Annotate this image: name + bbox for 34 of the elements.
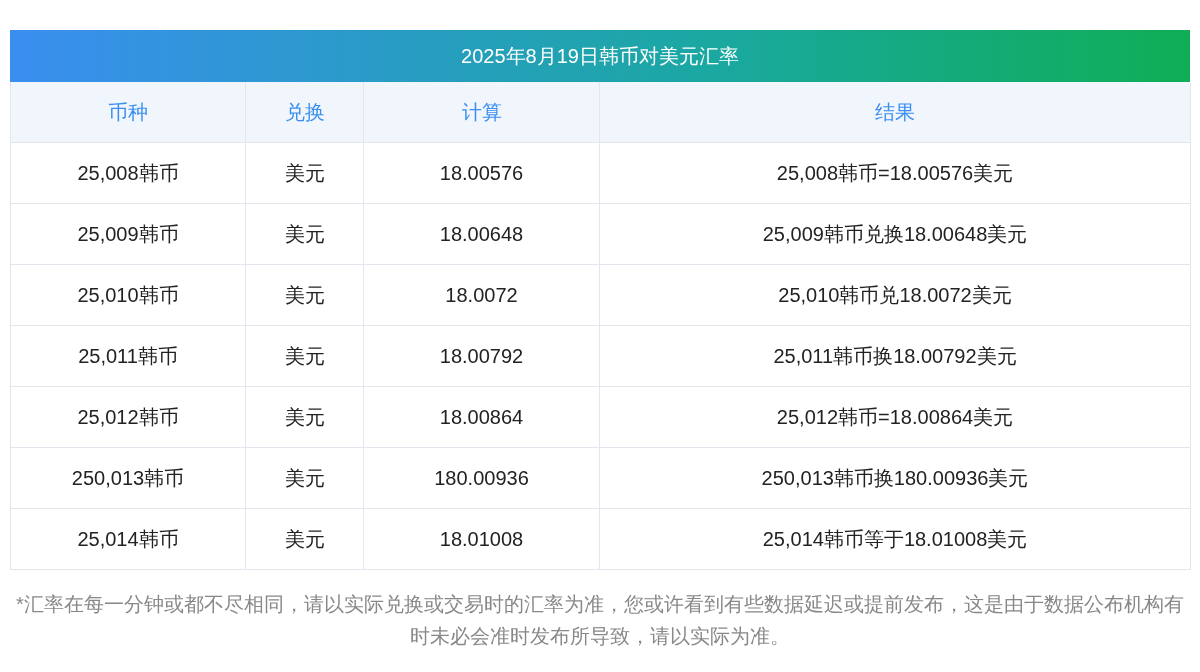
table-cell: 25,014韩币 [11,509,246,570]
table-cell: 25,009韩币 [11,204,246,265]
table-cell: 25,012韩币 [11,387,246,448]
table-cell: 250,013韩币 [11,448,246,509]
table-cell: 美元 [246,265,364,326]
column-header: 结果 [600,82,1191,143]
table-cell: 25,008韩币 [11,143,246,204]
table-cell: 美元 [246,387,364,448]
table-cell: 250,013韩币换180.00936美元 [600,448,1191,509]
table-cell: 18.01008 [364,509,600,570]
column-header: 计算 [364,82,600,143]
table-cell: 美元 [246,143,364,204]
table-cell: 25,014韩币等于18.01008美元 [600,509,1191,570]
column-header: 币种 [11,82,246,143]
table-cell: 25,011韩币 [11,326,246,387]
column-header: 兑换 [246,82,364,143]
table-cell: 25,010韩币 [11,265,246,326]
table-cell: 25,009韩币兑换18.00648美元 [600,204,1191,265]
table-cell: 18.00648 [364,204,600,265]
table-cell: 18.00792 [364,326,600,387]
table-cell: 美元 [246,509,364,570]
table-cell: 25,008韩币=18.00576美元 [600,143,1191,204]
table-cell: 美元 [246,448,364,509]
table-cell: 18.0072 [364,265,600,326]
table-cell: 180.00936 [364,448,600,509]
disclaimer-note: *汇率在每一分钟或都不尽相同，请以实际兑换或交易时的汇率为准，您或许看到有些数据延迟或提前发布，这是由于数据公布机构有时未必会准时发布所导致，请以实际为准。 [15,592,1185,649]
table-cell: 25,010韩币兑18.0072美元 [600,265,1191,326]
table-cell: 18.00576 [364,143,600,204]
table-cell: 25,012韩币=18.00864美元 [600,387,1191,448]
table-cell: 美元 [246,204,364,265]
table-cell: 25,011韩币换18.00792美元 [600,326,1191,387]
table-cell: 18.00864 [364,387,600,448]
table-cell: 美元 [246,326,364,387]
table-title: 2025年8月19日韩币对美元汇率 [10,30,1190,82]
